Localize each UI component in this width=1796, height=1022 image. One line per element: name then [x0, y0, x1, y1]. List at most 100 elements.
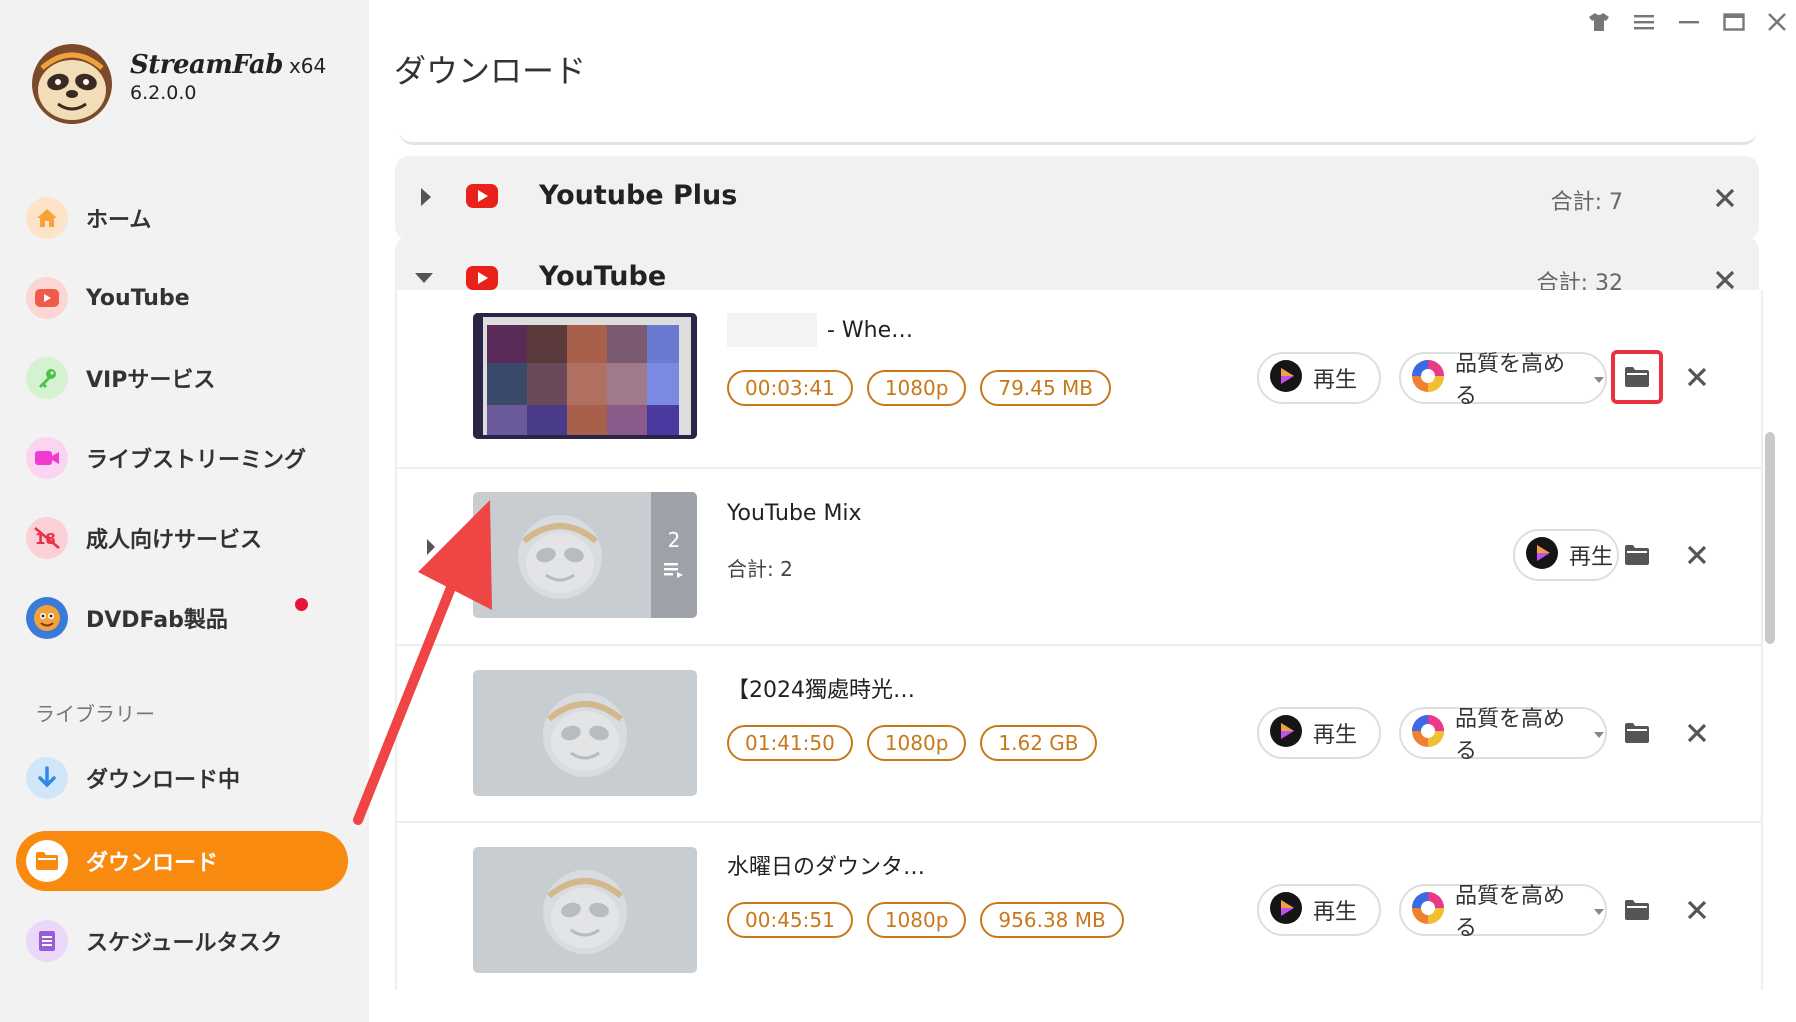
sidebar-item-adult[interactable]: 18 成人向けサービス [16, 508, 348, 568]
youtube-icon [26, 277, 68, 319]
list-item[interactable]: - Whe… 00:03:41 1080p 79.45 MB 再生 品質を高める [397, 290, 1761, 469]
sidebar-item-label: ホーム [86, 208, 152, 233]
duration-tag: 01:41:50 [727, 725, 853, 761]
playlist-thumbnail[interactable]: 2 [473, 492, 697, 618]
collapse-caret-icon[interactable] [413, 270, 435, 289]
skin-icon[interactable] [1584, 8, 1614, 36]
page-title: ダウンロード [394, 52, 587, 90]
sidebar-item-live[interactable]: ライブストリーミング [16, 428, 348, 488]
item-title: - Whe… [827, 318, 914, 343]
enhance-quality-dropdown[interactable]: 品質を高める [1399, 884, 1607, 941]
notification-dot [295, 598, 308, 611]
play-button[interactable]: 再生 [1513, 529, 1619, 581]
enhance-logo-icon [1411, 891, 1445, 929]
group-header-youtube-plus[interactable]: Youtube Plus 合計: 7 [395, 156, 1759, 240]
youtube-logo-icon [465, 183, 499, 213]
group-title: Youtube Plus [539, 180, 738, 211]
open-folder-button[interactable] [1617, 890, 1657, 930]
streamfab-logo [28, 38, 116, 126]
menu-icon[interactable] [1629, 8, 1659, 36]
sidebar-item-label: スケジュールタスク [86, 931, 283, 956]
remove-item-button[interactable] [1679, 715, 1715, 751]
sidebar-item-vip[interactable]: VIPサービス [16, 348, 348, 408]
schedule-icon [26, 920, 68, 962]
enhance-label: 品質を高める [1455, 707, 1566, 764]
dvdfab-icon [26, 597, 68, 639]
open-folder-button[interactable] [1617, 713, 1657, 753]
expand-caret-icon[interactable] [425, 537, 437, 561]
chevron-down-icon [1593, 724, 1605, 743]
chevron-down-icon [1593, 369, 1605, 388]
item-title: 水曜日のダウンタ… [727, 855, 926, 880]
enhance-logo-icon [1411, 714, 1445, 752]
maximize-icon[interactable] [1719, 8, 1749, 36]
svg-text:18: 18 [35, 530, 56, 548]
remove-item-button[interactable] [1679, 537, 1715, 573]
sidebar-item-label: ダウンロード中 [86, 768, 241, 793]
sidebar-item-downloaded[interactable]: ダウンロード [16, 831, 348, 891]
sidebar-item-downloading[interactable]: ダウンロード中 [16, 748, 348, 808]
library-section-label: ライブラリー [35, 702, 155, 726]
list-item[interactable]: 水曜日のダウンタ… 00:45:51 1080p 956.38 MB 再生 品質… [397, 821, 1761, 998]
enhance-quality-dropdown[interactable]: 品質を高める [1399, 707, 1607, 764]
placeholder-thumbnail[interactable] [473, 847, 697, 973]
size-tag: 79.45 MB [980, 370, 1112, 406]
sidebar-item-label: ダウンロード [86, 851, 219, 876]
playlist-count-strip: 2 [651, 492, 697, 618]
previous-group-edge [399, 118, 1757, 145]
play-button[interactable]: 再生 [1257, 884, 1381, 936]
quality-tag: 1080p [866, 725, 967, 761]
size-tag: 1.62 GB [980, 725, 1097, 761]
play-logo-icon [1269, 714, 1303, 752]
play-logo-icon [1269, 359, 1303, 397]
home-icon [26, 197, 68, 239]
scrollbar[interactable] [1765, 432, 1775, 644]
remove-item-button[interactable] [1679, 892, 1715, 928]
play-logo-icon [1525, 536, 1559, 574]
adult-icon: 18 [26, 517, 68, 559]
play-label: 再生 [1313, 723, 1358, 748]
enhance-logo-icon [1411, 359, 1445, 397]
enhance-quality-dropdown[interactable]: 品質を高める [1399, 352, 1607, 409]
list-item-playlist[interactable]: 2 YouTube Mix 合計: 2 再生 [397, 467, 1761, 646]
remove-group-button[interactable] [1707, 180, 1743, 216]
sidebar-item-schedule[interactable]: スケジュールタスク [16, 911, 348, 971]
remove-item-button[interactable] [1679, 359, 1715, 395]
camera-icon [26, 437, 68, 479]
enhance-label: 品質を高める [1455, 884, 1566, 941]
item-title: YouTube Mix [727, 501, 862, 526]
play-label: 再生 [1569, 545, 1614, 570]
enhance-label: 品質を高める [1455, 352, 1566, 409]
playlist-count: 2 [667, 528, 681, 552]
open-folder-button[interactable] [1611, 350, 1663, 404]
video-thumbnail[interactable] [473, 313, 697, 439]
sidebar-item-label: ライブストリーミング [86, 448, 307, 473]
sidebar-item-home[interactable]: ホーム [16, 188, 348, 248]
size-tag: 956.38 MB [980, 902, 1124, 938]
chevron-down-icon [1593, 901, 1605, 920]
close-icon[interactable] [1762, 8, 1792, 36]
sidebar-item-dvdfab[interactable]: DVDFab製品 [16, 588, 348, 648]
app-arch: x64 [288, 54, 327, 78]
title-redaction [727, 313, 817, 347]
download-arrow-icon [26, 757, 68, 799]
sidebar-item-youtube[interactable]: YouTube [16, 268, 348, 328]
sidebar: StreamFab x64 6.2.0.0 ホーム YouTube VIPサービス… [0, 0, 369, 1022]
item-tags: 00:03:41 1080p 79.45 MB [727, 370, 1112, 406]
placeholder-thumbnail[interactable] [473, 670, 697, 796]
item-tags: 01:41:50 1080p 1.62 GB [727, 725, 1097, 761]
play-button[interactable]: 再生 [1257, 707, 1381, 759]
brand: StreamFab x64 6.2.0.0 [130, 50, 326, 104]
list-item[interactable]: 【2024獨處時光… 01:41:50 1080p 1.62 GB 再生 品質を… [397, 644, 1761, 823]
minimize-icon[interactable] [1674, 8, 1704, 36]
sidebar-item-label: DVDFab製品 [86, 608, 228, 633]
play-button[interactable]: 再生 [1257, 352, 1381, 404]
duration-tag: 00:03:41 [727, 370, 853, 406]
play-label: 再生 [1313, 900, 1358, 925]
quality-tag: 1080p [866, 370, 967, 406]
expand-caret-icon[interactable] [419, 186, 433, 212]
sidebar-item-label: 成人向けサービス [86, 528, 263, 553]
sidebar-item-label: VIPサービス [86, 368, 216, 393]
play-logo-icon [1269, 891, 1303, 929]
open-folder-button[interactable] [1617, 535, 1657, 575]
